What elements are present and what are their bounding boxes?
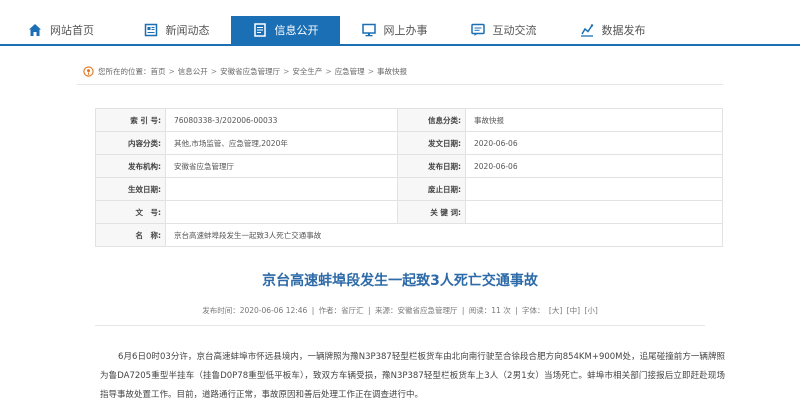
date-label: 发文日期: [397,131,466,155]
meta-divider [95,325,705,326]
content-label: 内容分类: [95,131,166,155]
nav-item-info-disclosure[interactable]: 信息公开 [231,16,340,44]
keywords-label: 关 键 词: [397,200,466,224]
table-row: 索 引 号: 76080338-3/202006-00033 信息分类: 事故快… [95,108,723,132]
org-value: 安徽省应急管理厅 [165,154,398,178]
breadcrumb-prefix: 您所在的位置： [98,66,151,76]
breadcrumb-divider [77,84,723,85]
expire-label: 废止日期: [397,177,466,201]
pub-value: 2020-06-06 [465,154,723,178]
category-value: 事故快报 [465,108,723,132]
breadcrumb-link-department[interactable]: 安徽省应急管理厅 [220,66,280,77]
pub-label: 发布日期: [397,154,466,178]
meta-font-label: 字体： [522,306,545,315]
monitor-icon [361,23,376,37]
nav-label: 网站首页 [50,24,94,37]
breadcrumb-link-safety[interactable]: 安全生产 [292,66,322,77]
font-size-medium-button[interactable]: [中] [567,306,580,315]
docno-value [165,200,398,224]
table-row: 内容分类: 其他,市场监管、应急管理,2020年 发文日期: 2020-06-0… [95,131,723,155]
table-row: 名 称: 京台高速蚌埠段发生一起致3人死亡交通事故 [95,223,723,247]
location-icon [83,65,94,77]
breadcrumb-separator: > [325,66,332,76]
nav-item-data-release[interactable]: 数据发布 [558,16,667,44]
breadcrumb-separator: > [367,66,374,76]
article-title: 京台高速蚌埠段发生一起致3人死亡交通事故 [262,273,538,289]
breadcrumb-separator: > [168,66,175,76]
meta-separator: | [311,306,315,315]
name-value: 京台高速蚌埠段发生一起致3人死亡交通事故 [165,223,723,247]
font-size-small-button[interactable]: [小] [584,306,597,315]
effective-label: 生效日期: [95,177,166,201]
category-label: 信息分类: [397,108,466,132]
docno-label: 文 号: [95,200,166,224]
table-row: 生效日期: 废止日期: [95,177,723,201]
effective-value [165,177,398,201]
breadcrumb: 您所在的位置： 首页 > 信息公开 > 安徽省应急管理厅 > 安全生产 > 应急… [83,64,407,78]
meta-source: 来源：安徽省应急管理厅 [374,306,458,315]
nav-item-news[interactable]: 新闻动态 [122,16,231,44]
font-size-large-button[interactable]: [大] [549,306,562,315]
nav-label: 数据发布 [601,24,646,37]
article-meta: 发布时间：2020-06-06 12:46 | 作者：省厅汇 | 来源：安徽省应… [0,305,800,316]
top-nav: 网站首页 新闻动态 信息公开 网上办事 互动交流 数据发布 [0,16,800,44]
article-body: 6月6日0时03分许，京台高速蚌埠市怀远县境内，一辆牌照为豫N3P387轻型栏板… [100,352,725,400]
breadcrumb-separator: > [210,66,218,76]
expire-value [465,177,723,201]
name-label: 名 称: [95,223,166,247]
nav-item-interaction[interactable]: 互动交流 [449,16,558,44]
org-label: 发布机构: [95,154,166,178]
nav-label: 信息公开 [274,24,319,37]
meta-separator: | [515,306,518,315]
keywords-value [465,200,723,224]
index-value: 76080338-3/202006-00033 [165,108,398,132]
index-label: 索 引 号: [95,108,166,132]
home-icon [28,23,42,37]
nav-label: 网上办事 [383,24,428,37]
meta-separator: | [461,306,465,315]
nav-label: 新闻动态 [165,24,210,37]
chat-icon [470,23,485,37]
breadcrumb-link-info[interactable]: 信息公开 [178,66,208,77]
meta-separator: | [368,306,371,315]
news-icon [144,23,158,37]
nav-item-online-services[interactable]: 网上办事 [340,16,449,44]
meta-time: 发布时间：2020-06-06 12:46 [202,306,308,315]
breadcrumb-link-emergency[interactable]: 应急管理 [335,66,365,77]
nav-item-home[interactable]: 网站首页 [0,16,122,44]
info-table: 索 引 号: 76080338-3/202006-00033 信息分类: 事故快… [95,108,723,247]
nav-divider [0,44,800,46]
date-value: 2020-06-06 [465,131,723,155]
meta-author: 作者：省厅汇 [318,306,364,315]
content-value: 其他,市场监管、应急管理,2020年 [165,131,398,155]
meta-views: 阅读：11 次 [468,306,511,315]
nav-label: 互动交流 [492,24,537,37]
table-row: 发布机构: 安徽省应急管理厅 发布日期: 2020-06-06 [95,154,723,178]
table-row: 文 号: 关 键 词: [95,200,723,224]
breadcrumb-link-accident[interactable]: 事故快报 [377,66,407,77]
chart-icon [580,23,594,37]
document-icon [253,23,267,37]
breadcrumb-separator: > [283,66,290,76]
breadcrumb-link-home[interactable]: 首页 [151,66,166,77]
